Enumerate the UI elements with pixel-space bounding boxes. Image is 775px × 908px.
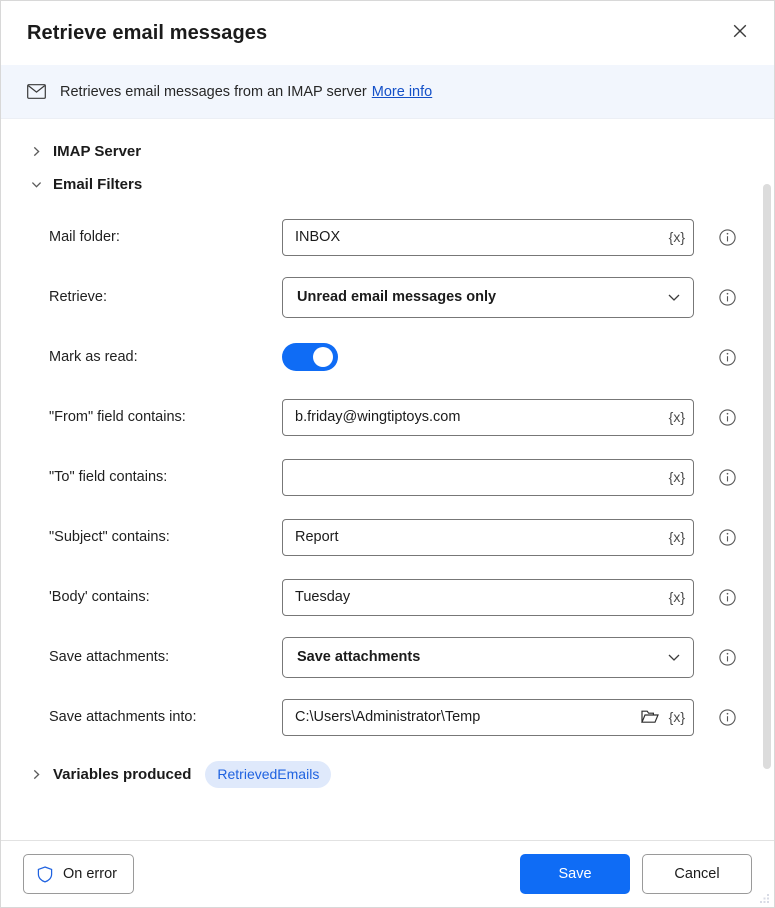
on-error-label: On error bbox=[63, 866, 117, 882]
variable-picker-icon[interactable]: {x} bbox=[663, 230, 687, 244]
field-row-subject-contains: "Subject" contains: Report {x} bbox=[1, 507, 774, 567]
field-value: INBOX bbox=[295, 229, 663, 245]
field-row-retrieve: Retrieve: Unread email messages only bbox=[1, 267, 774, 327]
shield-icon bbox=[37, 866, 53, 883]
dialog-footer: On error Save Cancel bbox=[1, 840, 774, 907]
chevron-down-icon bbox=[667, 650, 681, 664]
field-row-mark-as-read: Mark as read: bbox=[1, 327, 774, 387]
info-icon[interactable] bbox=[716, 229, 738, 246]
variable-picker-icon[interactable]: {x} bbox=[663, 710, 687, 724]
field-value: Save attachments bbox=[297, 649, 667, 665]
field-value: Tuesday bbox=[295, 589, 663, 605]
to-contains-input[interactable]: {x} bbox=[282, 459, 694, 496]
folder-open-icon[interactable] bbox=[635, 709, 663, 725]
save-button[interactable]: Save bbox=[520, 854, 630, 894]
mark-as-read-toggle[interactable] bbox=[282, 343, 338, 371]
dialog-title: Retrieve email messages bbox=[27, 22, 720, 45]
subject-contains-input[interactable]: Report {x} bbox=[282, 519, 694, 556]
retrieve-email-messages-dialog: Retrieve email messages Retrieves email … bbox=[0, 0, 775, 908]
info-icon[interactable] bbox=[716, 289, 738, 306]
info-icon[interactable] bbox=[716, 529, 738, 546]
field-label: Mark as read: bbox=[49, 349, 282, 365]
chevron-right-icon bbox=[27, 769, 45, 780]
variables-produced-label: Variables produced bbox=[53, 766, 191, 783]
field-row-to-contains: "To" field contains: {x} bbox=[1, 447, 774, 507]
chevron-down-icon bbox=[667, 290, 681, 304]
variable-picker-icon[interactable]: {x} bbox=[663, 410, 687, 424]
field-value: b.friday@wingtiptoys.com bbox=[295, 409, 663, 425]
field-label: Mail folder: bbox=[49, 229, 282, 245]
body-contains-input[interactable]: Tuesday {x} bbox=[282, 579, 694, 616]
field-label: "Subject" contains: bbox=[49, 529, 282, 545]
variables-produced-section[interactable]: Variables produced RetrievedEmails bbox=[1, 747, 774, 802]
field-row-body-contains: 'Body' contains: Tuesday {x} bbox=[1, 567, 774, 627]
section-imap-server[interactable]: IMAP Server bbox=[1, 135, 774, 168]
on-error-button[interactable]: On error bbox=[23, 854, 134, 894]
close-icon bbox=[732, 23, 748, 44]
section-title: IMAP Server bbox=[53, 143, 141, 160]
field-value: Unread email messages only bbox=[297, 289, 667, 305]
save-attachments-into-input[interactable]: C:\Users\Administrator\Temp {x} bbox=[282, 699, 694, 736]
banner-text: Retrieves email messages from an IMAP se… bbox=[60, 84, 367, 100]
close-button[interactable] bbox=[720, 13, 760, 53]
section-title: Email Filters bbox=[53, 176, 142, 193]
info-icon[interactable] bbox=[716, 409, 738, 426]
mail-folder-input[interactable]: INBOX {x} bbox=[282, 219, 694, 256]
envelope-icon bbox=[27, 84, 46, 99]
toggle-knob bbox=[313, 347, 333, 367]
description-banner: Retrieves email messages from an IMAP se… bbox=[1, 65, 774, 119]
retrieve-dropdown[interactable]: Unread email messages only bbox=[282, 277, 694, 318]
info-icon[interactable] bbox=[716, 349, 738, 366]
field-row-from-contains: "From" field contains: b.friday@wingtipt… bbox=[1, 387, 774, 447]
more-info-link[interactable]: More info bbox=[372, 84, 432, 100]
resize-grip[interactable] bbox=[756, 890, 770, 904]
dialog-titlebar: Retrieve email messages bbox=[1, 1, 774, 65]
field-label: Save attachments: bbox=[49, 649, 282, 665]
section-email-filters[interactable]: Email Filters bbox=[1, 168, 774, 201]
scrollbar-thumb[interactable] bbox=[763, 184, 771, 769]
field-row-save-attachments-into: Save attachments into: C:\Users\Administ… bbox=[1, 687, 774, 747]
field-value: C:\Users\Administrator\Temp bbox=[295, 709, 635, 725]
info-icon[interactable] bbox=[716, 469, 738, 486]
field-value: Report bbox=[295, 529, 663, 545]
save-label: Save bbox=[558, 866, 591, 882]
save-attachments-dropdown[interactable]: Save attachments bbox=[282, 637, 694, 678]
from-contains-input[interactable]: b.friday@wingtiptoys.com {x} bbox=[282, 399, 694, 436]
scrollbar-track[interactable] bbox=[760, 119, 774, 840]
field-label: 'Body' contains: bbox=[49, 589, 282, 605]
chevron-right-icon bbox=[27, 146, 45, 157]
chevron-down-icon bbox=[27, 179, 45, 190]
variable-picker-icon[interactable]: {x} bbox=[663, 530, 687, 544]
field-label: "To" field contains: bbox=[49, 469, 282, 485]
field-label: "From" field contains: bbox=[49, 409, 282, 425]
variable-picker-icon[interactable]: {x} bbox=[663, 590, 687, 604]
field-label: Save attachments into: bbox=[49, 709, 282, 725]
field-row-save-attachments: Save attachments: Save attachments bbox=[1, 627, 774, 687]
cancel-label: Cancel bbox=[674, 866, 719, 882]
variable-picker-icon[interactable]: {x} bbox=[663, 470, 687, 484]
dialog-body: IMAP Server Email Filters Mail folder: bbox=[1, 119, 774, 840]
info-icon[interactable] bbox=[716, 589, 738, 606]
info-icon[interactable] bbox=[716, 709, 738, 726]
field-row-mail-folder: Mail folder: INBOX {x} bbox=[1, 207, 774, 267]
field-label: Retrieve: bbox=[49, 289, 282, 305]
cancel-button[interactable]: Cancel bbox=[642, 854, 752, 894]
variable-pill-retrievedemails[interactable]: RetrievedEmails bbox=[205, 761, 331, 788]
info-icon[interactable] bbox=[716, 649, 738, 666]
email-filters-form: Mail folder: INBOX {x} bbox=[1, 201, 774, 747]
